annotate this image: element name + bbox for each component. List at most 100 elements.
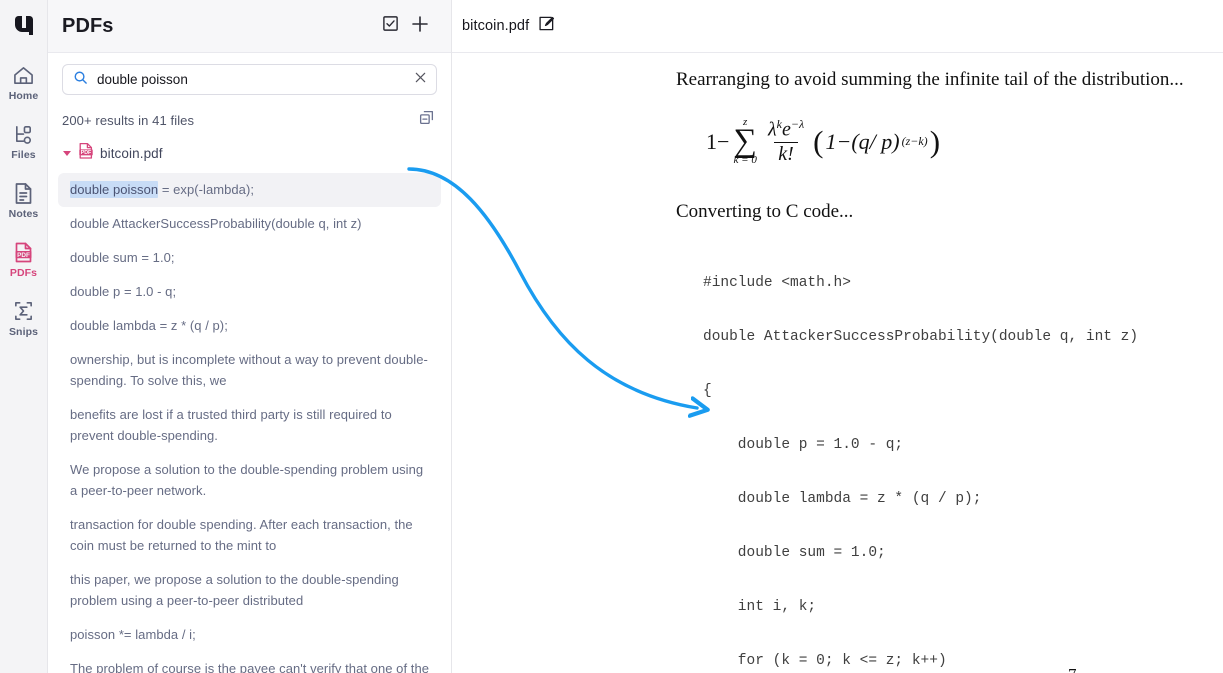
list-item-text: transaction for double spending. After e…: [70, 517, 413, 553]
list-item-text: = exp(-lambda);: [158, 182, 254, 197]
close-x-icon: [414, 71, 427, 89]
app-window: Home Files Notes PDF PDFs Snips PDFs dou…: [0, 0, 1223, 673]
code-line: double lambda = z * (q / p);: [703, 491, 982, 507]
fraction-numerator: λke−λ: [764, 118, 808, 142]
collapse-all-icon: [418, 109, 435, 131]
pdf-file-icon: PDF: [13, 239, 34, 265]
sidebar-item-label: Snips: [8, 326, 39, 338]
search-results-list: double poisson = exp(-lambda); double At…: [48, 169, 451, 673]
sidebar-item-label: Files: [11, 149, 36, 161]
code-line: {: [703, 383, 712, 399]
e-symbol: e: [781, 118, 791, 141]
panel-header: PDFs: [48, 0, 451, 53]
exponent-neg-lambda: −λ: [790, 117, 805, 132]
list-item[interactable]: The problem of course is the payee can't…: [58, 652, 441, 673]
left-nav-rail: Home Files Notes PDF PDFs Snips: [0, 0, 48, 673]
fraction: λke−λ k!: [764, 118, 808, 165]
sidebar-item-pdfs[interactable]: PDF PDFs: [1, 234, 47, 283]
fraction-denominator: k!: [774, 141, 798, 165]
file-name: bitcoin.pdf: [100, 146, 163, 161]
pdf-page-number: 7: [1068, 665, 1077, 673]
sidebar-item-snips[interactable]: Snips: [1, 293, 47, 342]
file-group-header[interactable]: PDF bitcoin.pdf: [48, 133, 451, 169]
sidebar-item-notes[interactable]: Notes: [1, 175, 47, 224]
pdf-code-block: #include <math.h> double AttackerSuccess…: [703, 238, 1138, 673]
search-input[interactable]: [97, 72, 405, 87]
sigma-icon: ∑: [733, 123, 757, 159]
sidebar-item-home[interactable]: Home: [1, 57, 47, 106]
checkbox-checked-icon: [382, 15, 399, 37]
svg-text:PDF: PDF: [81, 150, 92, 156]
list-item[interactable]: double p = 1.0 - q;: [58, 275, 441, 309]
plus-icon: [410, 14, 430, 39]
list-item-text: this paper, we propose a solution to the…: [70, 572, 399, 608]
list-item-text: double sum = 1.0;: [70, 250, 175, 265]
app-logo[interactable]: [7, 9, 41, 43]
viewer-scroll-area[interactable]: Rearranging to avoid summing the infinit…: [452, 53, 1223, 673]
sidebar-item-label: Notes: [8, 208, 39, 220]
collapse-all-button[interactable]: [416, 107, 437, 133]
sigma-snips-icon: [12, 298, 35, 324]
search-row: [48, 53, 451, 95]
home-icon: [12, 62, 35, 88]
search-match-highlight: double poisson: [70, 181, 159, 198]
list-item[interactable]: poisson *= lambda / i;: [58, 618, 441, 652]
list-item-text: poisson *= lambda / i;: [70, 627, 196, 642]
pdf-page: Rearranging to avoid summing the infinit…: [460, 53, 1223, 673]
edit-pencil-square-icon: [538, 15, 555, 37]
summation-group: z ∑ k = 0: [733, 117, 757, 166]
pdf-viewer: bitcoin.pdf Rearranging to avoid summing…: [452, 0, 1223, 673]
sidebar-item-label: PDFs: [9, 267, 38, 279]
results-count: 200+ results in 41 files: [62, 112, 195, 128]
notes-document-icon: [13, 180, 34, 206]
sidebar-item-label: Home: [8, 90, 39, 102]
sidebar-item-files[interactable]: Files: [1, 116, 47, 165]
page-title: PDFs: [62, 14, 114, 37]
rename-document-button[interactable]: [538, 15, 555, 37]
list-item-text: The problem of course is the payee can't…: [70, 661, 429, 673]
code-line: int i, k;: [703, 599, 817, 615]
list-item[interactable]: double poisson = exp(-lambda);: [58, 173, 441, 207]
list-item-text: double AttackerSuccessProbability(double…: [70, 216, 362, 231]
formula-open-paren: (: [813, 123, 824, 159]
list-item-text: We propose a solution to the double-spen…: [70, 462, 424, 498]
formula-close-paren: ): [929, 123, 941, 159]
code-line: #include <math.h>: [703, 275, 851, 291]
code-line: double sum = 1.0;: [703, 545, 886, 561]
list-item-text: ownership, but is incomplete without a w…: [70, 352, 428, 388]
select-mode-button[interactable]: [375, 11, 405, 41]
formula-tail-exponent: (z−k): [901, 134, 928, 148]
list-item[interactable]: ownership, but is incomplete without a w…: [58, 343, 441, 398]
pdf-formula: 1− z ∑ k = 0 λke−λ k! ( 1−(q/ p) (z−k) ): [706, 117, 940, 166]
list-item-text: double p = 1.0 - q;: [70, 284, 177, 299]
document-title: bitcoin.pdf: [462, 18, 530, 34]
pdf-paragraph: Converting to C code...: [676, 201, 854, 222]
lambda-symbol: λ: [767, 118, 777, 141]
formula-tail: 1−(q/ p): [825, 128, 900, 154]
list-item[interactable]: benefits are lost if a trusted third par…: [58, 398, 441, 453]
search-box[interactable]: [62, 64, 437, 95]
code-line: double p = 1.0 - q;: [703, 437, 904, 453]
svg-text:PDF: PDF: [17, 251, 30, 258]
viewer-header: bitcoin.pdf: [452, 0, 1223, 53]
list-item[interactable]: double lambda = z * (q / p);: [58, 309, 441, 343]
list-item[interactable]: We propose a solution to the double-spen…: [58, 453, 441, 508]
list-item[interactable]: double AttackerSuccessProbability(double…: [58, 207, 441, 241]
code-line: double AttackerSuccessProbability(double…: [703, 329, 1139, 345]
list-item[interactable]: double sum = 1.0;: [58, 241, 441, 275]
list-item[interactable]: this paper, we propose a solution to the…: [58, 563, 441, 618]
pdf-paragraph: Rearranging to avoid summing the infinit…: [676, 69, 1184, 90]
results-meta: 200+ results in 41 files: [48, 95, 451, 133]
list-item-text: double lambda = z * (q / p);: [70, 318, 228, 333]
pdfs-search-panel: PDFs double poisson 200+ results in 41 f…: [48, 0, 452, 673]
add-pdf-button[interactable]: [405, 11, 435, 41]
list-item[interactable]: transaction for double spending. After e…: [58, 508, 441, 563]
list-item-text: benefits are lost if a trusted third par…: [70, 407, 392, 443]
clear-search-button[interactable]: [414, 71, 427, 89]
files-tree-icon: [12, 121, 35, 147]
pdf-file-icon: PDF: [78, 142, 94, 165]
caret-down-icon[interactable]: [62, 148, 72, 160]
panel-body: 200+ results in 41 files: [48, 53, 451, 673]
search-icon: [73, 70, 88, 90]
formula-lead: 1−: [706, 128, 730, 154]
